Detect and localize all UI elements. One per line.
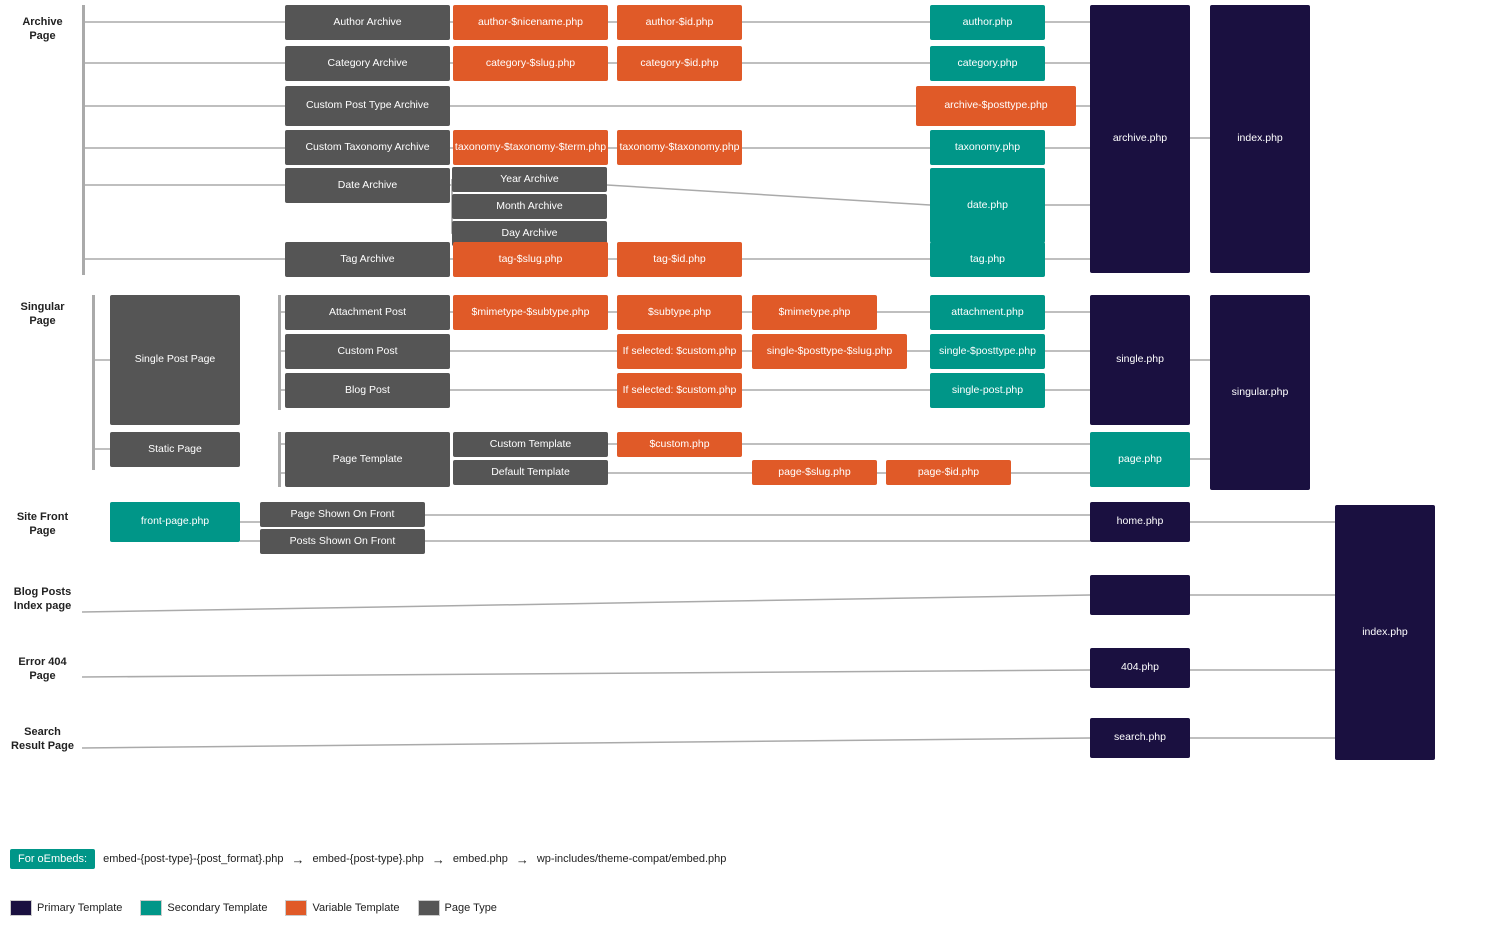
tag-php-node: tag.php xyxy=(930,242,1045,277)
custom-post-node: Custom Post xyxy=(285,334,450,369)
legend-variable: Variable Template xyxy=(285,900,399,916)
legend-primary-box xyxy=(10,900,32,916)
taxonomy-tax-term-node: taxonomy-$taxonomy-$term.php xyxy=(453,130,608,165)
custom-post-type-archive-node: Custom Post Type Archive xyxy=(285,86,450,126)
legend-primary-label: Primary Template xyxy=(37,902,122,914)
author-archive-node: Author Archive xyxy=(285,5,450,40)
search-result-label: Search Result Page xyxy=(5,720,80,775)
oembed-file-3: embed.php xyxy=(453,853,508,865)
oembeds-row: For oEmbeds: embed-{post-type}-{post_for… xyxy=(10,849,726,869)
page-id-node: page-$id.php xyxy=(886,460,1011,485)
single-post-php-node: single-post.php xyxy=(930,373,1045,408)
front-page-php-node: front-page.php xyxy=(110,502,240,542)
legend-page-type-label: Page Type xyxy=(445,902,497,914)
author-php-node: author.php xyxy=(930,5,1045,40)
blog-post-node: Blog Post xyxy=(285,373,450,408)
mimetype-php-node: $mimetype.php xyxy=(752,295,877,330)
legend-primary: Primary Template xyxy=(10,900,122,916)
attachment-php-node: attachment.php xyxy=(930,295,1045,330)
oembed-file-4: wp-includes/theme-compat/embed.php xyxy=(537,853,727,865)
category-php-node: category.php xyxy=(930,46,1045,81)
category-archive-node: Category Archive xyxy=(285,46,450,81)
single-posttype-slug-node: single-$posttype-$slug.php xyxy=(752,334,907,369)
static-page-node: Static Page xyxy=(110,432,240,467)
err404-php-node: 404.php xyxy=(1090,648,1190,688)
default-template-node: Default Template xyxy=(453,460,608,485)
tag-slug-node: tag-$slug.php xyxy=(453,242,608,277)
diagram: Archive Page Author Archive Category Arc… xyxy=(0,0,1500,934)
oembed-file-1: embed-{post-type}-{post_format}.php xyxy=(103,853,283,865)
blog-index-php-node xyxy=(1090,575,1190,615)
custom-template-node: Custom Template xyxy=(453,432,608,457)
legend-secondary-box xyxy=(140,900,162,916)
arrow-3: → xyxy=(516,852,529,867)
legend-page-type-box xyxy=(418,900,440,916)
singular-page-label: Singular Page xyxy=(5,295,80,495)
single-php-node: single.php xyxy=(1090,295,1190,425)
archive-php-node: archive.php xyxy=(1090,5,1190,273)
tag-id-node: tag-$id.php xyxy=(617,242,742,277)
date-archive-node: Date Archive xyxy=(285,168,450,203)
page-template-node: Page Template xyxy=(285,432,450,487)
author-nicename-node: author-$nicename.php xyxy=(453,5,608,40)
search-php-node: search.php xyxy=(1090,718,1190,758)
archive-page-label: Archive Page xyxy=(5,10,80,275)
legend-secondary: Secondary Template xyxy=(140,900,267,916)
error-404-label: Error 404 Page xyxy=(5,650,80,705)
single-posttype-node: single-$posttype.php xyxy=(930,334,1045,369)
oembeds-label: For oEmbeds: xyxy=(10,849,95,869)
legend-secondary-label: Secondary Template xyxy=(167,902,267,914)
index-php-top-node: index.php xyxy=(1210,5,1310,273)
custom-taxonomy-archive-node: Custom Taxonomy Archive xyxy=(285,130,450,165)
category-slug-node: category-$slug.php xyxy=(453,46,608,81)
month-archive-node: Month Archive xyxy=(452,194,607,219)
posts-shown-front-node: Posts Shown On Front xyxy=(260,529,425,554)
attachment-post-node: Attachment Post xyxy=(285,295,450,330)
year-archive-node: Year Archive xyxy=(452,167,607,192)
author-id-node: author-$id.php xyxy=(617,5,742,40)
archive-posttype-node: archive-$posttype.php xyxy=(916,86,1076,126)
legend-variable-label: Variable Template xyxy=(312,902,399,914)
arrow-2: → xyxy=(432,852,445,867)
if-selected-custom2-node: If selected: $custom.php xyxy=(617,373,742,408)
date-php-node: date.php xyxy=(930,168,1045,243)
blog-posts-index-label: Blog Posts Index page xyxy=(5,580,80,635)
tag-archive-node: Tag Archive xyxy=(285,242,450,277)
index-php-right-node: index.php xyxy=(1335,505,1435,760)
arrow-1: → xyxy=(292,852,305,867)
page-php-node: page.php xyxy=(1090,432,1190,487)
mimetype-subtype-node: $mimetype-$subtype.php xyxy=(453,295,608,330)
legend-variable-box xyxy=(285,900,307,916)
oembed-file-2: embed-{post-type}.php xyxy=(313,853,424,865)
legend-page-type: Page Type xyxy=(418,900,497,916)
taxonomy-php-node: taxonomy.php xyxy=(930,130,1045,165)
legend: Primary Template Secondary Template Vari… xyxy=(10,900,497,916)
home-php-node: home.php xyxy=(1090,502,1190,542)
single-post-page-node: Single Post Page xyxy=(110,295,240,425)
subtype-php-node: $subtype.php xyxy=(617,295,742,330)
taxonomy-tax-node: taxonomy-$taxonomy.php xyxy=(617,130,742,165)
singular-php-node: singular.php xyxy=(1210,295,1310,490)
page-shown-front-node: Page Shown On Front xyxy=(260,502,425,527)
custom-php-node: $custom.php xyxy=(617,432,742,457)
site-front-page-label: Site Front Page xyxy=(5,505,80,565)
page-slug-node: page-$slug.php xyxy=(752,460,877,485)
if-selected-custom1-node: If selected: $custom.php xyxy=(617,334,742,369)
category-id-node: category-$id.php xyxy=(617,46,742,81)
